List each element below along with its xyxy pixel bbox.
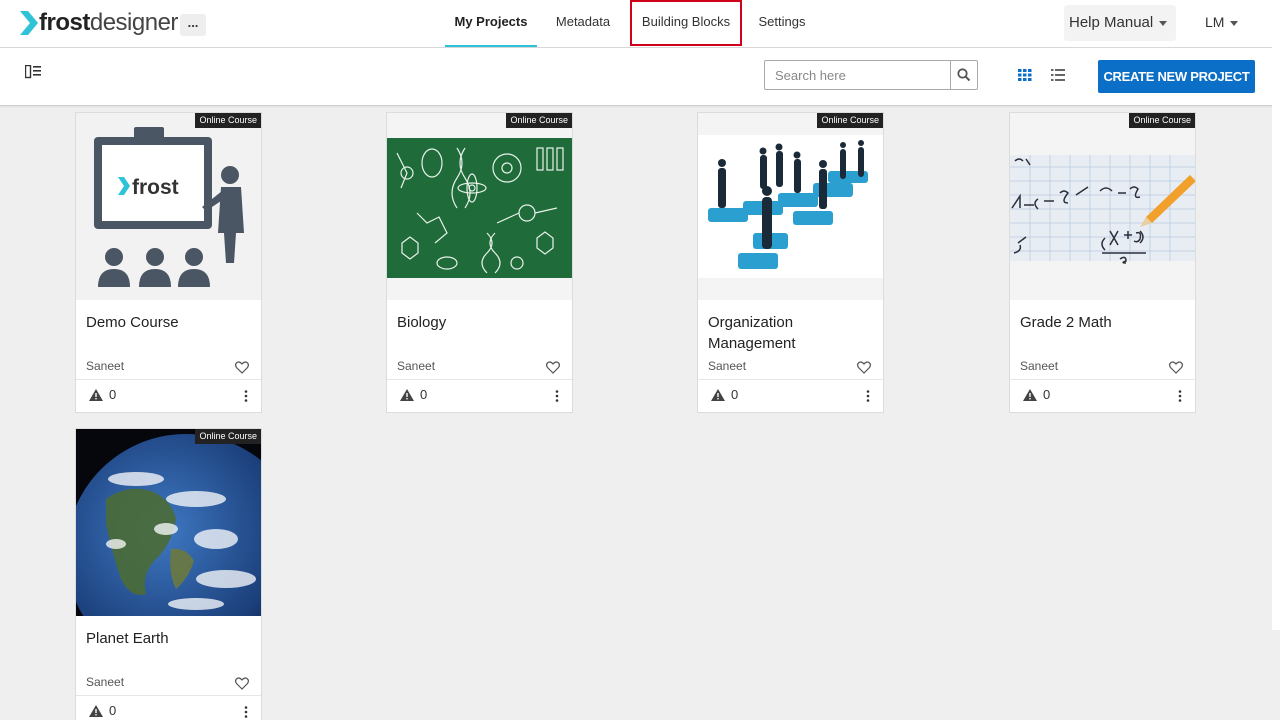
search-box bbox=[764, 60, 978, 90]
warning-count: 0 bbox=[420, 387, 428, 402]
user-initials: LM bbox=[1205, 14, 1225, 30]
more-vertical-icon[interactable] bbox=[866, 390, 870, 402]
more-vertical-icon[interactable] bbox=[244, 390, 248, 402]
project-card[interactable]: Online Course Organization Management Sa… bbox=[697, 112, 884, 413]
project-card[interactable]: Online Course Grade 2 Math Saneet 0 bbox=[1009, 112, 1196, 413]
project-title[interactable]: Biology bbox=[397, 312, 562, 333]
heart-icon[interactable] bbox=[546, 361, 560, 374]
math-paper-pencil-image bbox=[1010, 113, 1195, 300]
warning-count: 0 bbox=[109, 703, 117, 718]
course-type-badge: Online Course bbox=[506, 113, 572, 128]
projects-toolbar: CREATE NEW PROJECT bbox=[0, 48, 1272, 106]
project-card[interactable]: Online Course Planet Earth Saneet 0 bbox=[75, 428, 262, 720]
project-card[interactable]: frost Online Course Demo Course Saneet 0 bbox=[75, 112, 262, 413]
warning-icon bbox=[400, 389, 414, 401]
warning-icon bbox=[89, 705, 103, 717]
tab-settings[interactable]: Settings bbox=[750, 0, 814, 46]
warning-count: 0 bbox=[109, 387, 117, 402]
frost-designer-logo[interactable]: frostdesigner bbox=[20, 9, 178, 37]
frost-chevron-icon bbox=[20, 11, 38, 35]
warning-icon bbox=[711, 389, 725, 401]
help-manual-dropdown[interactable]: Help Manual bbox=[1064, 5, 1176, 41]
course-type-badge: Online Course bbox=[195, 429, 261, 444]
project-title[interactable]: Planet Earth bbox=[86, 628, 251, 649]
project-author: Saneet bbox=[397, 359, 436, 373]
warning-count: 0 bbox=[731, 387, 739, 402]
heart-icon[interactable] bbox=[857, 361, 871, 374]
warning-icon bbox=[89, 389, 103, 401]
project-author: Saneet bbox=[86, 359, 125, 373]
project-thumbnail: Online Course bbox=[1010, 113, 1195, 300]
course-type-badge: Online Course bbox=[817, 113, 883, 128]
card-divider bbox=[1010, 379, 1195, 380]
list-view-icon[interactable] bbox=[1051, 69, 1065, 81]
people-on-puzzle-image bbox=[698, 113, 883, 300]
project-thumbnail: Online Course bbox=[698, 113, 883, 300]
chevron-down-icon bbox=[1230, 20, 1239, 26]
earth-from-space-image bbox=[76, 429, 261, 616]
project-author: Saneet bbox=[1020, 359, 1059, 373]
help-manual-label: Help Manual bbox=[1069, 14, 1154, 31]
course-type-badge: Online Course bbox=[195, 113, 261, 128]
frost-presenter-illustration: frost bbox=[76, 113, 261, 300]
search-button[interactable] bbox=[950, 61, 977, 89]
top-navbar: frostdesigner ... My Projects Metadata B… bbox=[0, 0, 1272, 48]
more-vertical-icon[interactable] bbox=[244, 706, 248, 718]
heart-icon[interactable] bbox=[235, 677, 249, 690]
project-thumbnail: Online Course bbox=[387, 113, 572, 300]
project-author: Saneet bbox=[86, 675, 125, 689]
project-card[interactable]: Online Course Biology Saneet 0 bbox=[386, 112, 573, 413]
heart-icon[interactable] bbox=[1169, 361, 1183, 374]
search-input[interactable] bbox=[765, 61, 951, 89]
tab-building-blocks[interactable]: Building Blocks bbox=[630, 0, 742, 46]
thumb-logo-text: frost bbox=[132, 176, 179, 199]
page-scrollbar[interactable] bbox=[1272, 0, 1280, 630]
heart-icon[interactable] bbox=[235, 361, 249, 374]
card-divider bbox=[76, 695, 261, 696]
logo-bold-text: frost bbox=[39, 9, 90, 36]
card-divider bbox=[76, 379, 261, 380]
project-thumbnail: Online Course bbox=[76, 429, 261, 616]
sidebar-toggle-icon[interactable] bbox=[25, 65, 41, 79]
more-vertical-icon[interactable] bbox=[1178, 390, 1182, 402]
create-new-project-button[interactable]: CREATE NEW PROJECT bbox=[1098, 60, 1255, 93]
grid-view-icon[interactable] bbox=[1018, 69, 1032, 81]
chevron-down-icon bbox=[1159, 20, 1168, 26]
logo-light-text: designer bbox=[89, 9, 179, 36]
project-title[interactable]: Organization Management bbox=[708, 312, 873, 354]
course-type-badge: Online Course bbox=[1129, 113, 1195, 128]
biology-chalkboard-image bbox=[387, 113, 572, 300]
card-divider bbox=[387, 379, 572, 380]
more-vertical-icon[interactable] bbox=[555, 390, 559, 402]
tab-metadata[interactable]: Metadata bbox=[546, 0, 620, 46]
project-thumbnail: frost Online Course bbox=[76, 113, 261, 300]
project-author: Saneet bbox=[708, 359, 747, 373]
search-icon bbox=[957, 68, 971, 82]
user-menu[interactable]: LM bbox=[1205, 14, 1239, 30]
project-title[interactable]: Demo Course bbox=[86, 312, 251, 333]
warning-count: 0 bbox=[1043, 387, 1051, 402]
card-divider bbox=[698, 379, 883, 380]
project-title[interactable]: Grade 2 Math bbox=[1020, 312, 1185, 333]
tab-my-projects[interactable]: My Projects bbox=[445, 0, 537, 47]
warning-icon bbox=[1023, 389, 1037, 401]
more-options-button[interactable]: ... bbox=[180, 14, 206, 36]
